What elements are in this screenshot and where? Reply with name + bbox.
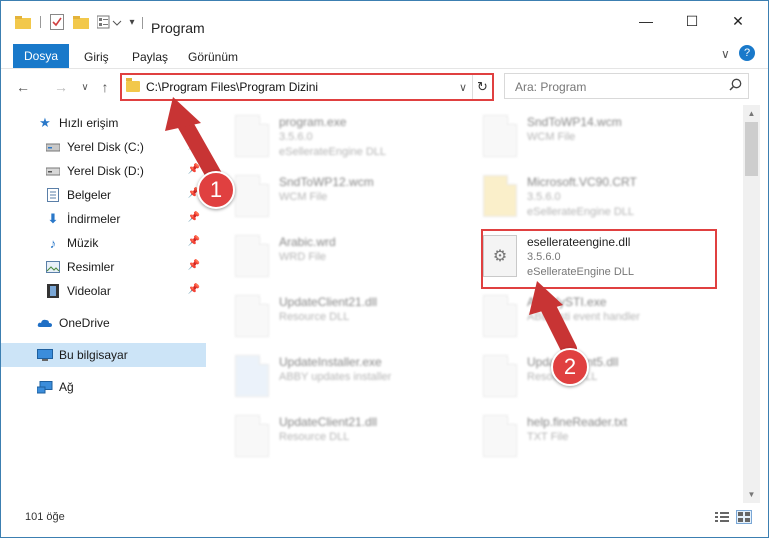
annotation-arrows [165, 97, 577, 357]
step-badge-2: 2 [551, 348, 589, 386]
explorer-window: ▾ Program — ☐ ✕ Dosya Giriş Paylaş Görün… [0, 0, 769, 538]
arrow-1-head [165, 97, 201, 131]
step-badge-1: 1 [197, 171, 235, 209]
